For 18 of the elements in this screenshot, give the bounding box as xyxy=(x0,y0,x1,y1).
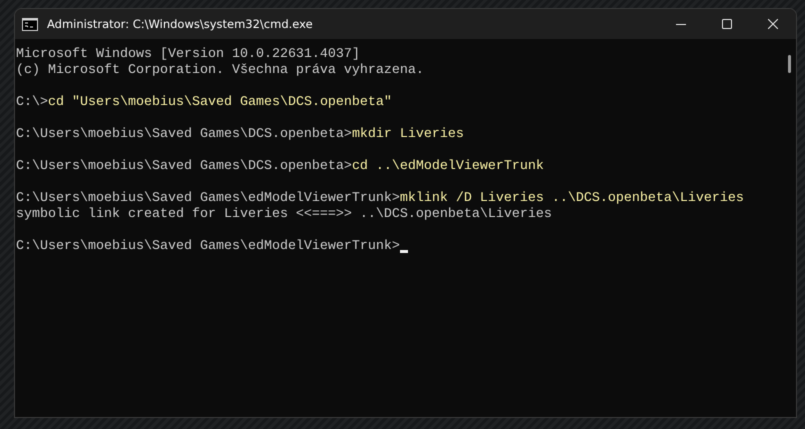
console-output-line: Microsoft Windows [Version 10.0.22631.4037] xyxy=(16,47,360,63)
command-prompt: C:\Users\moebius\Saved Games\edModelViewerTrunk> xyxy=(16,191,400,207)
terminal-icon xyxy=(22,18,38,30)
command-text: cd "Users\moebius\Saved Games\DCS.openbeta" xyxy=(48,95,392,111)
window-title: Administrator: C:\Windows\system32\cmd.exe xyxy=(47,17,314,31)
command-prompt: C:\Users\moebius\Saved Games\DCS.openbeta> xyxy=(16,127,352,143)
command-text: mklink /D Liveries ..\DCS.openbeta\Liveries xyxy=(400,191,744,207)
command-prompt: C:\Users\moebius\Saved Games\DCS.openbeta> xyxy=(16,159,352,175)
command-prompt: C:\Users\moebius\Saved Games\edModelViewerTrunk> xyxy=(16,239,400,255)
console-output-line: symbolic link created for Liveries <<===>> ..\DCS.openbeta\Liveries xyxy=(16,207,552,223)
close-icon xyxy=(768,19,778,29)
text-cursor xyxy=(400,250,408,253)
maximize-icon xyxy=(722,19,732,29)
command-text: cd ..\edModelViewerTrunk xyxy=(352,159,544,175)
command-prompt: C:\> xyxy=(16,95,48,111)
console-output-line: (c) Microsoft Corporation. Všechna práva vyhrazena. xyxy=(16,63,424,79)
scrollbar-thumb[interactable] xyxy=(788,55,790,73)
command-text: mkdir Liveries xyxy=(352,127,464,143)
